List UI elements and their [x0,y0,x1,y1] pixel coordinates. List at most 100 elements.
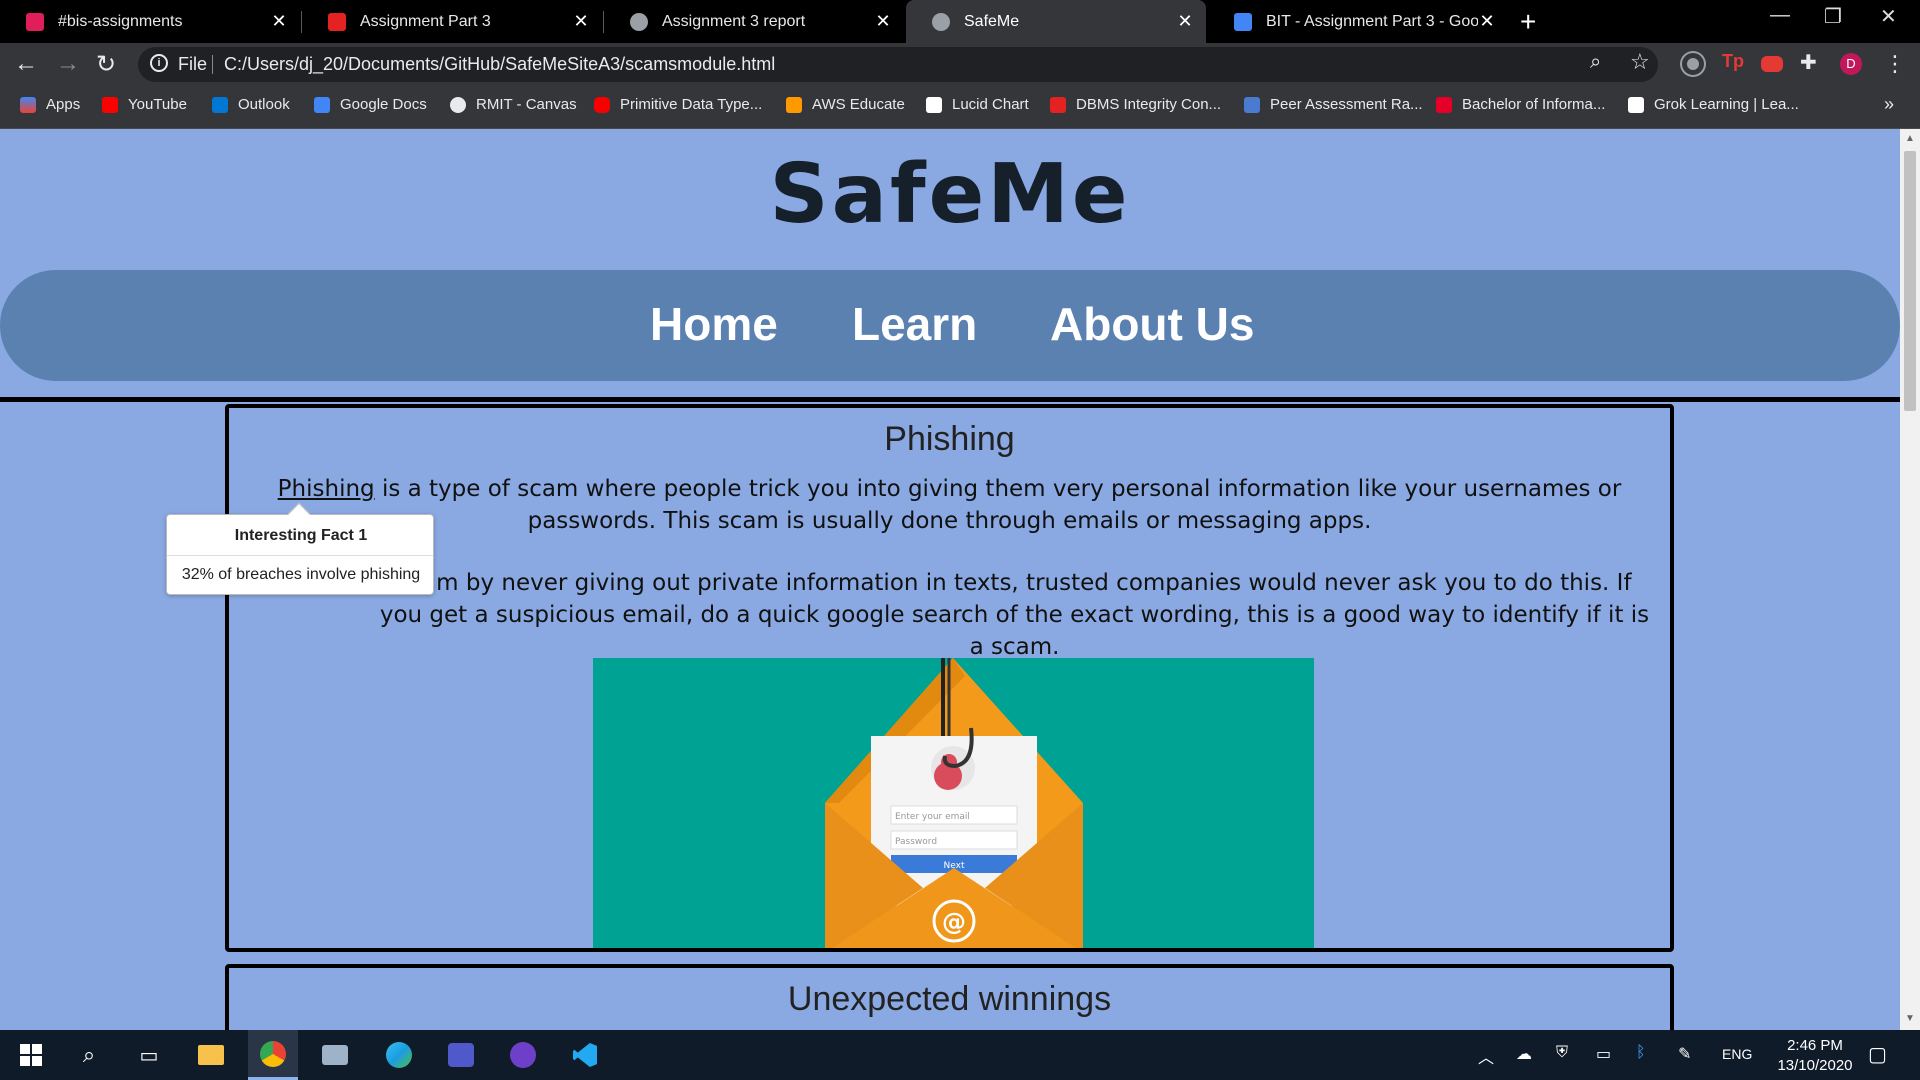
forward-icon[interactable]: → [56,50,80,78]
close-icon[interactable]: ✕ [270,11,288,32]
chrome-icon[interactable] [248,1030,298,1080]
bookmark-label: Bachelor of Informa... [1462,96,1606,113]
zoom-icon[interactable]: ⌕ [1590,51,1601,74]
extension-youtube-icon[interactable] [1761,56,1783,72]
scroll-down-icon[interactable]: ▼ [1905,1013,1915,1024]
site-logo[interactable]: SafeMe [0,147,1900,242]
close-icon[interactable]: ✕ [572,11,590,32]
close-icon[interactable]: ✕ [1478,11,1496,32]
oracle-icon [594,96,610,113]
main-nav: Home Learn About Us [0,270,1900,381]
vscode-icon[interactable] [560,1030,610,1080]
battery-icon[interactable]: ▭ [1596,1044,1611,1064]
fact-tooltip: Interesting Fact 1 32% of breaches invol… [166,502,434,595]
nav-home[interactable]: Home [650,297,778,351]
back-icon[interactable]: ← [14,50,38,78]
tab-title: Assignment 3 report [662,12,806,30]
show-hidden-icons-icon[interactable]: ︿ [1478,1044,1494,1068]
reload-icon[interactable]: ↻ [96,50,116,79]
phishing-keyword-link[interactable]: Phishing [278,476,375,502]
bookmark-primitive-data-type[interactable]: Primitive Data Type... [594,96,762,113]
system-clock[interactable]: 2:46 PM 13/10/2020 [1760,1036,1870,1076]
grok-icon [1628,96,1644,113]
dbms-icon [1050,96,1066,113]
file-explorer-icon[interactable] [186,1030,236,1080]
bluetooth-icon[interactable]: ᛒ [1636,1044,1646,1062]
security-shield-icon[interactable]: ⛨ [1556,1044,1568,1062]
bookmark-label: Google Docs [340,96,427,113]
teams-icon[interactable] [436,1030,486,1080]
bookmark-label: Apps [46,96,81,113]
phishing-advice: scam by never giving out private informa… [379,570,1650,660]
new-tab-button[interactable]: + [1520,6,1536,38]
minimize-icon[interactable]: — [1770,4,1790,27]
photos-icon[interactable] [310,1030,360,1080]
scroll-up-icon[interactable]: ▲ [1905,133,1915,144]
onedrive-icon[interactable]: ☁ [1516,1044,1532,1064]
edge-icon[interactable] [374,1030,424,1080]
phishing-card: Phishing Phishing is a type of scam wher… [225,404,1674,952]
bookmark-outlook[interactable]: Outlook [212,96,290,113]
phishing-description: Phishing is a type of scam where people … [229,473,1670,537]
bookmark-grok-learning[interactable]: Grok Learning | Lea... [1628,96,1799,113]
nav-about-us[interactable]: About Us [1050,297,1254,351]
page-viewport: SafeMe Home Learn About Us Phishing Phis… [0,129,1900,1030]
tab-title: #bis-assignments [58,12,183,30]
bookmark-star-icon[interactable]: ☆ [1630,49,1650,75]
restore-icon[interactable]: ❐ [1824,4,1842,29]
scheme-label: File [178,54,208,74]
window-close-icon[interactable]: ✕ [1880,4,1897,29]
tooltip-title: Interesting Fact 1 [234,527,368,544]
profile-avatar[interactable]: D [1840,53,1862,75]
globe-icon [630,12,648,31]
tab-safeme[interactable]: SafeMe ✕ [906,0,1206,43]
close-icon[interactable]: ✕ [874,11,892,32]
tab-assignment-part-3[interactable]: Assignment Part 3 ✕ [302,0,602,43]
tab-bit-assignment-doc[interactable]: BIT - Assignment Part 3 - Google ✕ [1208,0,1508,43]
task-view-icon[interactable]: ▭ [124,1030,174,1080]
bookmark-peer-assessment[interactable]: Peer Assessment Ra... [1244,96,1423,113]
site-info-icon[interactable]: i [150,54,168,72]
email-placeholder: Enter your email [895,812,970,822]
bookmark-aws-educate[interactable]: AWS Educate [786,96,905,113]
bookmark-dbms-integrity[interactable]: DBMS Integrity Con... [1050,96,1221,113]
vertical-scrollbar[interactable]: ▲ ▼ [1900,129,1920,1030]
notifications-icon[interactable]: ▢ [1868,1042,1887,1067]
section-heading: Phishing [884,420,1015,458]
tab-bis-assignments[interactable]: #bis-assignments ✕ [0,0,300,43]
bookmark-bachelor-information[interactable]: Bachelor of Informa... [1436,96,1605,113]
bookmark-youtube[interactable]: YouTube [102,96,187,113]
bookmark-apps[interactable]: Apps [20,96,80,113]
scrollbar-thumb[interactable] [1904,151,1916,411]
bookmark-google-docs[interactable]: Google Docs [314,96,427,113]
url-text[interactable]: C:/Users/dj_20/Documents/GitHub/SafeMeSi… [224,54,775,75]
tab-assignment-3-report[interactable]: Assignment 3 report ✕ [604,0,904,43]
unexpected-winnings-card: Unexpected winnings [225,964,1674,1030]
language-indicator[interactable]: ENG [1722,1046,1752,1062]
bookmark-label: Outlook [238,96,290,113]
aws-icon [786,96,802,113]
phishing-envelope-illustration: Enter your email Password Next @ [593,658,1314,948]
nav-learn[interactable]: Learn [852,297,977,351]
pen-icon[interactable]: ✎ [1678,1044,1691,1064]
browser-toolbar: ← → ↻ i File C:/Users/dj_20/Documents/Gi… [0,43,1920,86]
github-desktop-icon[interactable] [498,1030,548,1080]
extension-tp-icon[interactable]: Tp [1722,51,1744,73]
lucidchart-icon [926,96,942,113]
more-bookmarks-icon[interactable]: » [1884,94,1894,115]
menu-kebab-icon[interactable]: ⋮ [1884,51,1906,77]
bookmarks-bar: Apps YouTube Outlook Google Docs RMIT - … [0,86,1920,129]
windows-start-icon[interactable] [6,1030,56,1080]
phishing-description-text: is a type of scam where people trick you… [374,476,1622,534]
clock-date: 13/10/2020 [1777,1057,1853,1074]
at-symbol-icon: @ [942,908,966,936]
extension-record-icon[interactable] [1682,53,1704,75]
bookmark-lucid-chart[interactable]: Lucid Chart [926,96,1029,113]
address-bar[interactable]: i File C:/Users/dj_20/Documents/GitHub/S… [138,47,1658,82]
apps-grid-icon [20,96,36,113]
google-docs-icon [1234,12,1252,31]
close-icon[interactable]: ✕ [1176,11,1194,32]
search-icon[interactable]: ⌕ [64,1030,114,1080]
bookmark-rmit-canvas[interactable]: RMIT - Canvas [450,96,577,113]
extensions-puzzle-icon[interactable]: ✚ [1800,50,1822,74]
